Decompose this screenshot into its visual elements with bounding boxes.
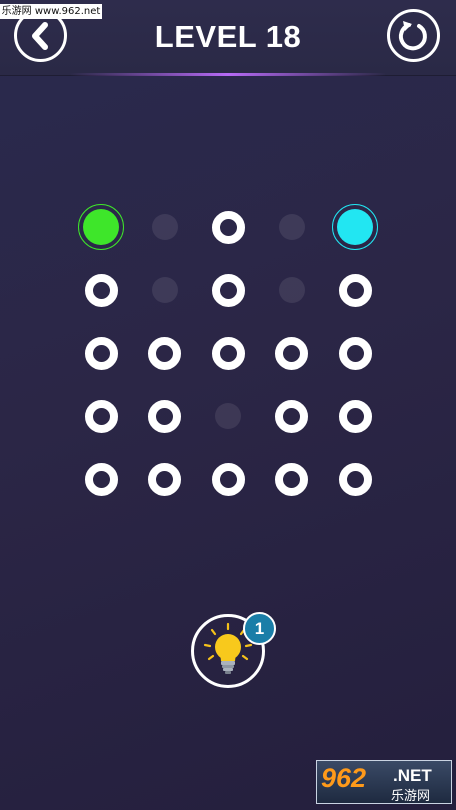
grid-node-ring[interactable] <box>211 273 245 307</box>
grid-node-ring[interactable] <box>338 399 372 433</box>
grid-node-empty <box>151 277 178 303</box>
grid-node-ring[interactable] <box>84 336 118 370</box>
grid-node-ring[interactable] <box>275 336 308 370</box>
watermark-net: .NET <box>393 766 432 785</box>
watermark-logo: 962 .NET 乐游网 <box>316 760 452 804</box>
grid-node-ring[interactable] <box>338 273 372 307</box>
endpoint-core <box>83 209 119 245</box>
grid-node-ring[interactable] <box>211 462 245 496</box>
grid-node-ring[interactable] <box>84 462 118 496</box>
puzzle-board <box>0 0 456 810</box>
hint-count-badge: 1 <box>243 612 276 645</box>
grid-node-ring[interactable] <box>338 336 372 370</box>
grid-node-ring[interactable] <box>84 399 118 433</box>
endpoint-core <box>337 209 373 245</box>
grid-node-ring[interactable] <box>148 462 181 496</box>
grid-node-ring[interactable] <box>148 399 181 433</box>
grid-node-ring[interactable] <box>275 462 308 496</box>
grid-endpoint-cyan[interactable] <box>332 204 378 250</box>
grid-endpoint-green[interactable] <box>78 204 124 250</box>
grid-node-ring[interactable] <box>211 210 245 244</box>
grid-node-empty <box>215 403 241 429</box>
grid-node-ring[interactable] <box>211 336 245 370</box>
grid-node-empty <box>278 214 305 240</box>
grid-node-ring[interactable] <box>84 273 118 307</box>
grid-node-ring[interactable] <box>338 462 372 496</box>
grid-node-empty <box>151 214 178 240</box>
watermark-number: 962 <box>321 763 367 793</box>
grid-node-ring[interactable] <box>148 336 181 370</box>
grid-node-empty <box>278 277 305 303</box>
watermark-cn: 乐游网 <box>391 789 431 804</box>
grid-node-ring[interactable] <box>275 399 308 433</box>
